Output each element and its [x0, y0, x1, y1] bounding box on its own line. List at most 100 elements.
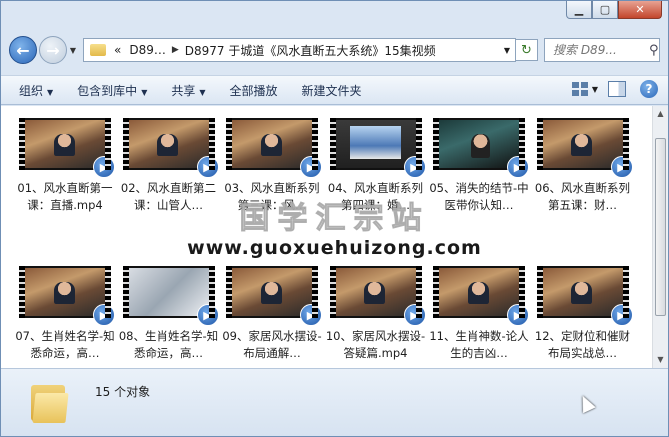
video-thumbnail: ▶ — [19, 266, 115, 326]
video-thumbnail: ▶ — [122, 266, 219, 326]
breadcrumb-current[interactable]: D8977 于城道《风水直断五大系统》15集视频 — [181, 42, 440, 59]
media-player-icon: ▶ — [93, 156, 115, 178]
video-thumbnail: ▶ — [329, 266, 426, 326]
thumbnail-frame — [439, 120, 519, 168]
chevron-down-icon: ▼ — [141, 87, 148, 97]
refresh-icon: ↻ — [521, 42, 532, 58]
file-name: 10、家居风水摆设-答疑篇.mp4 — [325, 329, 426, 360]
chevron-right-icon[interactable]: ▶ — [170, 45, 181, 55]
search-input[interactable] — [551, 42, 647, 58]
file-item[interactable]: ▶ 06、风水直断系列第五课：财… — [533, 118, 633, 214]
address-row: ← → ▼ « D89… ▶ D8977 于城道《风水直断五大系统》15集视频 … — [9, 35, 660, 65]
scroll-down-icon[interactable]: ▼ — [653, 352, 668, 368]
folder-icon — [31, 381, 69, 423]
organize-label: 组织 — [19, 83, 44, 98]
play-all-button[interactable]: 全部播放 — [230, 82, 278, 99]
file-name: 03、风水直断系列第三课：风… — [224, 181, 320, 212]
new-folder-button[interactable]: 新建文件夹 — [302, 82, 362, 99]
thumbnail-frame — [128, 268, 209, 316]
media-player-icon: ▶ — [403, 156, 426, 178]
search-box[interactable]: ⚲ — [544, 38, 660, 62]
media-player-icon: ▶ — [610, 156, 633, 178]
file-item[interactable]: ▶ 12、定财位和催财布局实战总… — [533, 266, 633, 362]
file-name: 06、风水直断系列第五课：财… — [534, 181, 631, 212]
file-name: 12、定财位和催财布局实战总… — [534, 329, 631, 360]
scroll-up-icon[interactable]: ▲ — [653, 106, 668, 122]
file-name: 08、生肖姓名学-知悉命运，高… — [118, 329, 219, 360]
media-player-icon: ▶ — [300, 304, 322, 326]
video-thumbnail: ▶ — [226, 118, 322, 178]
maximize-button[interactable]: ▢ — [592, 1, 618, 19]
arrow-left-icon: ← — [16, 40, 30, 60]
organize-menu[interactable]: 组织 ▼ — [19, 82, 53, 99]
thumbnail-frame — [439, 268, 519, 316]
include-in-library-menu[interactable]: 包含到库中 ▼ — [77, 82, 147, 99]
help-icon[interactable]: ? — [640, 80, 658, 98]
play-all-label: 全部播放 — [229, 83, 278, 98]
thumbnail-frame — [542, 268, 623, 316]
thumbnail-frame — [335, 268, 416, 316]
share-label: 共享 — [171, 83, 196, 98]
video-thumbnail: ▶ — [433, 118, 529, 178]
search-icon[interactable]: ⚲ — [649, 43, 659, 58]
chevron-down-icon[interactable]: ▼ — [499, 46, 515, 55]
file-item[interactable]: ▶ 08、生肖姓名学-知悉命运，高… — [119, 266, 219, 362]
file-name: 09、家居风水摆设-布局通解… — [222, 329, 322, 360]
thumbnail-frame — [232, 268, 312, 316]
view-controls: ▼ ? — [571, 80, 658, 98]
caption-buttons: ▁ ▢ ✕ — [566, 1, 662, 19]
chevron-down-icon[interactable]: ▼ — [592, 85, 598, 94]
scrollbar-thumb[interactable] — [655, 138, 666, 316]
recent-pages-dropdown[interactable]: ▼ — [67, 46, 79, 55]
file-item[interactable]: ▶ 05、消失的结节-中医带你认知… — [429, 118, 529, 214]
file-item[interactable]: ▶ 11、生肖神数-论人生的吉凶… — [429, 266, 529, 362]
file-item[interactable]: ▶ 04、风水直断系列第四课：婚… — [326, 118, 426, 214]
chevron-down-icon: ▼ — [47, 87, 54, 97]
file-name: 11、生肖神数-论人生的吉凶… — [429, 329, 529, 360]
new-folder-label: 新建文件夹 — [301, 83, 362, 98]
forward-button[interactable]: → — [39, 36, 67, 64]
file-name: 02、风水直断第二课：山管人… — [120, 181, 217, 212]
address-bar[interactable]: « D89… ▶ D8977 于城道《风水直断五大系统》15集视频 ▼ — [83, 38, 516, 62]
media-player-icon: ▶ — [610, 304, 633, 326]
video-thumbnail: ▶ — [226, 266, 322, 326]
thumbnail-frame — [25, 120, 105, 168]
media-player-icon: ▶ — [403, 304, 426, 326]
breadcrumb-overflow[interactable]: « — [110, 43, 125, 57]
thumbnail-frame — [335, 120, 416, 168]
command-bar: 组织 ▼ 包含到库中 ▼ 共享 ▼ 全部播放 新建文件夹 ▼ ? — [1, 75, 668, 105]
media-player-icon: ▶ — [507, 304, 529, 326]
details-pane: 15 个对象 — [1, 368, 668, 436]
chevron-down-icon: ▼ — [199, 87, 206, 97]
vertical-scrollbar[interactable]: ▲ ▼ — [652, 106, 668, 368]
video-thumbnail: ▶ — [536, 118, 633, 178]
file-item[interactable]: ▶ 07、生肖姓名学-知悉命运，高… — [15, 266, 115, 362]
thumbnail-frame — [25, 268, 105, 316]
close-button[interactable]: ✕ — [618, 1, 662, 19]
file-item[interactable]: ▶ 02、风水直断第二课：山管人… — [119, 118, 219, 214]
media-player-icon: ▶ — [507, 156, 529, 178]
video-thumbnail: ▶ — [433, 266, 529, 326]
thumbnail-frame — [128, 120, 209, 168]
share-menu[interactable]: 共享 ▼ — [171, 82, 205, 99]
file-item[interactable]: ▶ 01、风水直断第一课：直播.mp4 — [15, 118, 115, 214]
file-item[interactable]: ▶ 10、家居风水摆设-答疑篇.mp4 — [326, 266, 426, 362]
back-button[interactable]: ← — [9, 36, 37, 64]
file-name: 05、消失的结节-中医带你认知… — [429, 181, 529, 212]
refresh-button[interactable]: ↻ — [516, 39, 538, 61]
file-list: ▶ 01、风水直断第一课：直播.mp4 ▶ 02、风水直断第二课：山管人… ▶ 03、风水… — [1, 106, 652, 368]
file-name: 07、生肖姓名学-知悉命运，高… — [15, 329, 115, 360]
file-item[interactable]: ▶ 09、家居风水摆设-布局通解… — [222, 266, 322, 362]
view-icon[interactable] — [571, 82, 588, 96]
preview-pane-icon[interactable] — [608, 81, 626, 97]
media-player-icon: ▶ — [300, 156, 322, 178]
file-item[interactable]: ▶ 03、风水直断系列第三课：风… — [222, 118, 322, 214]
include-in-library-label: 包含到库中 — [77, 83, 138, 98]
item-count: 15 个对象 — [95, 385, 151, 399]
breadcrumb-parent[interactable]: D89… — [125, 43, 170, 57]
minimize-icon: ▁ — [574, 3, 584, 16]
file-name: 01、风水直断第一课：直播.mp4 — [17, 181, 113, 212]
video-thumbnail: ▶ — [536, 266, 633, 326]
minimize-button[interactable]: ▁ — [566, 1, 592, 19]
video-thumbnail: ▶ — [329, 118, 426, 178]
